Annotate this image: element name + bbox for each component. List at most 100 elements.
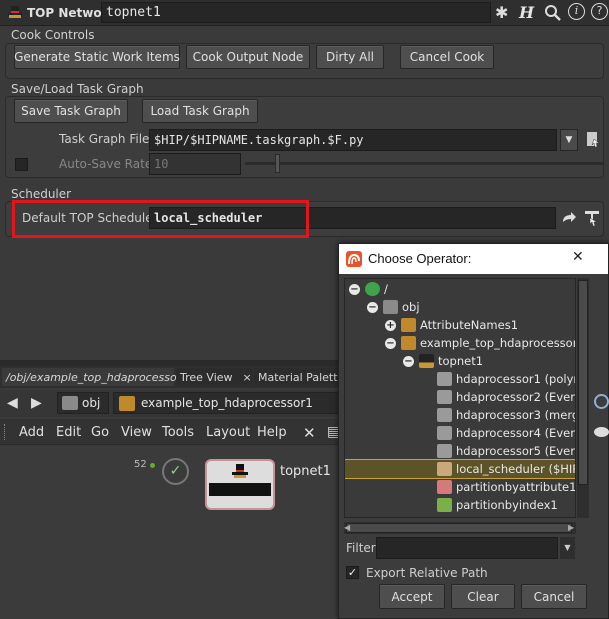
- hda-icon: [119, 395, 135, 411]
- dirty-all-button[interactable]: Dirty All: [316, 45, 384, 69]
- tab-tree-view-label: Tree View: [180, 370, 233, 384]
- dialog-close-icon[interactable]: ✕: [572, 249, 584, 265]
- side-eye-icon[interactable]: [594, 427, 609, 437]
- top-hat-icon: [232, 464, 248, 478]
- tab-tree-view[interactable]: Tree View ×: [176, 368, 252, 386]
- scheduler-icon: [437, 462, 452, 476]
- filter-dropdown-icon[interactable]: ▼: [560, 537, 575, 559]
- cancel-cook-button[interactable]: Cancel Cook: [400, 45, 494, 69]
- filter-input[interactable]: [376, 537, 558, 559]
- autosave-rate-slider-handle[interactable]: [275, 154, 280, 173]
- folder-icon: [383, 300, 398, 314]
- back-arrow-icon[interactable]: ◀: [7, 395, 21, 411]
- dialog-title: Choose Operator:: [368, 251, 472, 266]
- tab-material-palette[interactable]: Material Palette: [254, 368, 350, 386]
- tab-network-path[interactable]: /obj/example_top_hdaprocessor1 ×: [2, 368, 203, 386]
- accept-button[interactable]: Accept: [379, 584, 445, 609]
- operator-tree[interactable]: − / − obj + AttributeNames1 − example_top_hdapr…: [344, 278, 576, 518]
- help-h-icon[interactable]: H: [519, 3, 537, 22]
- node-name-field[interactable]: topnet1: [101, 2, 491, 23]
- tree-item[interactable]: − obj: [345, 298, 575, 316]
- tree-vertical-scrollbar[interactable]: [577, 278, 589, 518]
- tab-material-palette-label: Material Palette: [258, 370, 345, 384]
- collapse-icon[interactable]: −: [403, 355, 414, 367]
- topnet-node[interactable]: [205, 459, 275, 510]
- tree-item[interactable]: + AttributeNames1: [345, 316, 575, 334]
- autosave-rate-slider-track[interactable]: [245, 162, 603, 165]
- tree-scroll-thumb[interactable]: [578, 280, 588, 485]
- collapse-icon[interactable]: −: [349, 283, 360, 295]
- cancel-button[interactable]: Cancel: [521, 584, 587, 609]
- collapse-icon[interactable]: −: [367, 301, 378, 313]
- tree-horizontal-scrollbar[interactable]: [344, 522, 576, 534]
- cube-icon: [437, 408, 452, 422]
- clear-button[interactable]: Clear: [451, 584, 515, 609]
- tree-item[interactable]: hdaprocessor2 (EverGre: [345, 388, 575, 406]
- filter-label: Filter: [346, 541, 376, 555]
- tree-item-label: AttributeNames1: [420, 318, 519, 332]
- menu-help[interactable]: Help: [257, 425, 287, 440]
- choose-operator-icon[interactable]: [584, 209, 600, 227]
- menu-tools[interactable]: Tools: [162, 425, 194, 440]
- jump-to-operator-icon[interactable]: [561, 210, 577, 226]
- tree-item[interactable]: − example_top_hdaprocessor1: [345, 334, 575, 352]
- tree-item[interactable]: hdaprocessor5 (EverGre: [345, 442, 575, 460]
- tree-hscroll-thumb[interactable]: [346, 523, 572, 533]
- task-graph-file-label: Task Graph File: [59, 132, 150, 146]
- file-dropdown-arrow-icon[interactable]: ▼: [560, 129, 578, 151]
- topnet-node-label: topnet1: [280, 464, 331, 479]
- path-current-label: example_top_hdaprocessor1: [141, 396, 313, 410]
- export-relative-checkbox[interactable]: ✓: [346, 566, 359, 579]
- search-icon[interactable]: [544, 4, 562, 22]
- tree-item-label: hdaprocessor1 (polyred: [456, 372, 575, 386]
- menu-add[interactable]: Add: [19, 425, 44, 440]
- cube-icon: [437, 390, 452, 404]
- forward-arrow-icon[interactable]: ▶: [31, 395, 45, 411]
- menu-layout[interactable]: Layout: [206, 425, 250, 440]
- gear-icon[interactable]: ✱: [495, 4, 513, 22]
- tree-item[interactable]: local_scheduler ($HIP): [345, 459, 575, 479]
- tree-item[interactable]: − topnet1: [345, 352, 575, 370]
- tab-close-icon[interactable]: ×: [243, 371, 252, 384]
- expand-icon[interactable]: +: [385, 319, 396, 331]
- cook-output-node-button[interactable]: Cook Output Node: [186, 45, 310, 69]
- tree-item[interactable]: hdaprocessor4 (EverGre: [345, 424, 575, 442]
- tree-item[interactable]: − /: [345, 280, 575, 298]
- cook-controls-title: Cook Controls: [11, 28, 95, 42]
- menu-edit[interactable]: Edit: [56, 425, 81, 440]
- tree-item[interactable]: partitionbyattribute1: [345, 478, 575, 496]
- path-current-segment[interactable]: example_top_hdaprocessor1: [113, 392, 343, 414]
- task-graph-file-field[interactable]: $HIP/$HIPNAME.taskgraph.$F.py: [149, 129, 557, 151]
- wrench-icon[interactable]: ✕: [303, 424, 321, 442]
- help-icon[interactable]: ?: [591, 3, 608, 20]
- cube-icon: [437, 444, 452, 458]
- load-task-graph-button[interactable]: Load Task Graph: [142, 99, 258, 123]
- node-badge-count: 52: [134, 459, 147, 470]
- path-obj-segment[interactable]: obj: [57, 392, 109, 414]
- globe-icon: [365, 282, 380, 296]
- houdini-logo-icon: [346, 251, 362, 267]
- tree-item[interactable]: hdaprocessor3 (merge_: [345, 406, 575, 424]
- tree-item-label: hdaprocessor3 (merge_: [456, 408, 575, 422]
- tree-item-label: hdaprocessor5 (EverGre: [456, 444, 575, 458]
- generate-static-work-items-button[interactable]: Generate Static Work Items: [14, 45, 180, 69]
- hscroll-right-arrow-icon[interactable]: ▶: [568, 523, 574, 532]
- collapse-icon[interactable]: −: [385, 337, 396, 349]
- topnet-node-band: [209, 483, 271, 496]
- autosave-rate-field[interactable]: 10: [149, 153, 241, 175]
- tree-item[interactable]: hdaprocessor1 (polyred: [345, 370, 575, 388]
- file-browse-icon[interactable]: [586, 131, 600, 148]
- menu-go[interactable]: Go: [91, 425, 109, 440]
- tree-item[interactable]: partitionbyindex1: [345, 496, 575, 514]
- menu-view[interactable]: View: [121, 425, 152, 440]
- info-icon[interactable]: i: [568, 3, 585, 20]
- autosave-checkbox[interactable]: [15, 158, 28, 171]
- scheduler-highlight-box: [12, 200, 309, 238]
- hat-icon: [419, 354, 434, 368]
- cook-state-check-icon[interactable]: ✓: [162, 458, 189, 485]
- hscroll-left-arrow-icon[interactable]: ◀: [344, 523, 350, 532]
- side-ring-icon[interactable]: [594, 394, 609, 409]
- save-task-graph-button[interactable]: Save Task Graph: [14, 99, 128, 123]
- save-load-title: Save/Load Task Graph: [11, 82, 144, 96]
- menu-toggle-icon[interactable]: [4, 424, 8, 440]
